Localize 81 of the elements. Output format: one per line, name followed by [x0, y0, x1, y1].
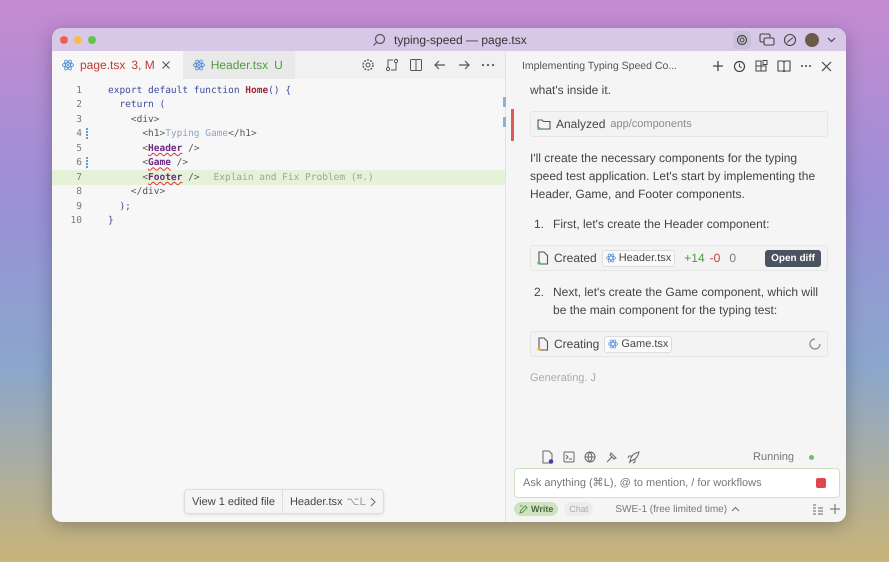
mode-toggle[interactable]: Write	[514, 502, 558, 516]
grid-icon[interactable]	[755, 60, 768, 72]
status-text: Generating. J	[530, 371, 598, 386]
split-editor-icon[interactable]	[409, 58, 423, 72]
line-number: 8	[75, 186, 82, 198]
chat-message: Next, let's create the Game component, which will be the main component for the typing test:	[553, 284, 820, 319]
react-atom-icon	[62, 59, 74, 71]
history-icon[interactable]	[733, 60, 746, 72]
chat-message: what's inside it.	[530, 82, 612, 99]
code-line: }	[108, 215, 114, 226]
globe-icon[interactable]	[584, 451, 596, 463]
avatar[interactable]	[805, 32, 819, 46]
react-atom-icon	[606, 253, 616, 263]
open-diff-button[interactable]: Open diff	[765, 250, 821, 266]
code-line: <h1>Typing Game</h1>	[141, 128, 257, 140]
code-line: </div>	[130, 186, 166, 198]
chevron-right-icon	[370, 496, 376, 506]
pencil-icon	[519, 504, 528, 514]
window-title: typing-speed — page.tsx	[394, 32, 527, 46]
code-line: <Header />	[141, 142, 200, 154]
line-number: 4	[75, 128, 82, 140]
edited-file-button[interactable]: Header.tsx ⌥L	[282, 490, 383, 513]
editor-tab[interactable]: page.tsx 3, M	[52, 51, 183, 79]
react-atom-icon	[608, 339, 618, 349]
code-line: );	[118, 200, 131, 212]
more-icon[interactable]	[800, 64, 812, 68]
line-number: 7	[75, 172, 82, 183]
file-chip[interactable]: Header.tsx	[602, 250, 676, 266]
view-edited-files-button[interactable]: View 1 edited file	[185, 490, 282, 513]
back-arrow-icon[interactable]	[433, 58, 447, 72]
line-number: 2	[75, 99, 82, 110]
step-number: 2.	[534, 284, 544, 301]
code-line: <div>	[130, 114, 160, 125]
file-action-card: Creating Game.tsx	[530, 331, 828, 357]
close-icon[interactable]	[821, 60, 832, 72]
code-line: return (	[118, 99, 166, 110]
stop-button[interactable]	[816, 478, 826, 488]
line-number: 9	[75, 200, 82, 212]
lines-unchanged: 0	[729, 250, 736, 267]
line-number: 6	[75, 157, 82, 168]
file-icon[interactable]	[542, 450, 554, 464]
close-icon[interactable]	[160, 60, 171, 70]
forward-arrow-icon[interactable]	[457, 58, 471, 72]
tool-result-card: Analyzed app/components	[530, 111, 828, 137]
chat-message: I'll create the necessary components for the typing speed test application. Let's start by implementing the Header, Game, and Footer components.	[530, 150, 816, 203]
react-atom-icon	[192, 59, 205, 71]
error-marker	[511, 109, 514, 141]
code-line: <Footer /> Explain and Fix Problem (⌘.)	[141, 172, 374, 183]
more-icon[interactable]	[481, 63, 495, 67]
code-line: <Game />	[141, 157, 188, 168]
chat-input-field[interactable]: Ask anything (⌘L), @ to mention, / for workflows	[514, 468, 840, 498]
rocket-icon[interactable]	[627, 450, 640, 464]
plus-icon[interactable]	[712, 60, 724, 72]
book-icon[interactable]	[777, 60, 791, 72]
running-status: Running	[753, 451, 794, 463]
list-icon[interactable]	[812, 504, 824, 514]
chevron-up-icon	[731, 506, 740, 512]
terminal-icon[interactable]	[563, 451, 575, 463]
compare-changes-icon[interactable]	[385, 58, 399, 72]
file-chip[interactable]: Game.tsx	[604, 336, 672, 352]
change-marker	[503, 117, 506, 127]
code-line: export default function Home() {	[108, 84, 292, 96]
chat-title: Implementing Typing Speed Co...	[522, 60, 678, 72]
line-number: 3	[75, 114, 82, 125]
folder-icon	[537, 118, 551, 130]
chevron-down-icon[interactable]	[827, 36, 836, 42]
change-marker	[503, 97, 506, 107]
step-number: 1.	[534, 216, 544, 233]
line-number: 1	[75, 84, 82, 96]
search-icon[interactable]	[372, 32, 386, 46]
lines-removed: -0	[710, 250, 720, 267]
chat-message: First, let's create the Header component:	[553, 216, 770, 233]
line-number: 5	[75, 142, 82, 154]
line-number: 10	[70, 215, 82, 226]
file-action-card: Created Header.tsx +14 -0 0 Open diff	[530, 245, 828, 271]
settings-icon[interactable]	[361, 58, 375, 72]
plus-icon[interactable]	[830, 504, 840, 514]
lines-added: +14	[684, 250, 705, 267]
model-selector[interactable]: SWE-1 (free limited time)	[609, 502, 746, 516]
chat-bubbles-icon[interactable]	[759, 32, 775, 46]
loading-spinner-icon	[809, 338, 821, 350]
